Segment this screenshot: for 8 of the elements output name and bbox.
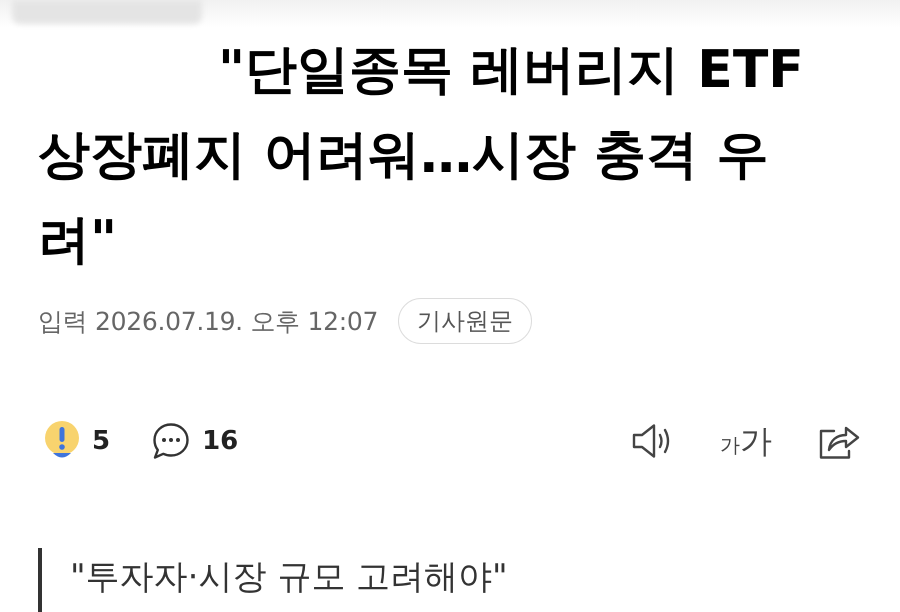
headline: "단일종목 레버리지 ETF 상장폐지 어려워…시장 충격 우려" — [37, 39, 805, 272]
reaction-button[interactable]: 5 — [44, 421, 110, 461]
comment-icon — [152, 422, 190, 460]
font-size-button[interactable]: 가가 — [720, 425, 772, 457]
publish-date: 입력 2026.07.19. 오후 12:07 — [38, 306, 378, 338]
original-article-button[interactable]: 기사원문 — [398, 298, 532, 344]
subheading: "투자자·시장 규모 고려해야" — [38, 548, 900, 612]
comments-button[interactable]: 16 — [152, 422, 238, 460]
